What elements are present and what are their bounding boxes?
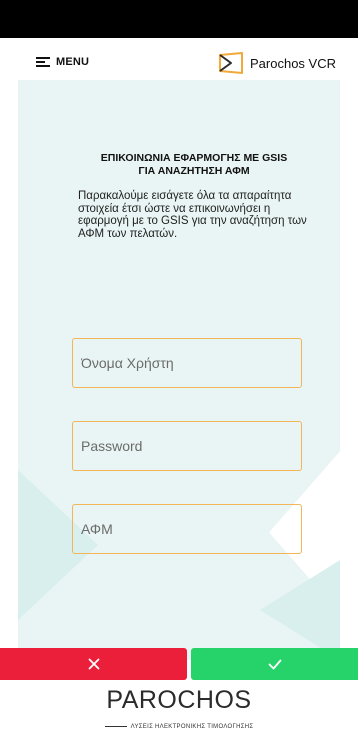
menu-label: MENU bbox=[56, 56, 90, 68]
password-input[interactable] bbox=[72, 421, 302, 471]
brand: Parochos VCR bbox=[218, 52, 336, 74]
check-icon bbox=[268, 659, 281, 669]
close-icon bbox=[88, 658, 99, 670]
afm-input[interactable] bbox=[72, 504, 302, 554]
footer-logo-word: PAROCHOS bbox=[106, 686, 252, 714]
footer-logo-tagline: ΛΥΣΕΙΣ ΗΛΕΚΤΡΟΝΙΚΗΣ ΤΙΜΟΛΟΓΗΣΗΣ bbox=[130, 723, 254, 730]
page-title: ΕΠΙΚΟΙΝΩΝΙΑ ΕΦΑΡΜΟΓΗΣ ΜΕ GSIS ΓΙΑ ΑΝΑΖΗΤ… bbox=[78, 152, 310, 178]
username-input[interactable] bbox=[72, 338, 302, 388]
page-description: Παρακαλούμε εισάγετε όλα τα απαραίτητα σ… bbox=[78, 190, 307, 240]
confirm-button[interactable] bbox=[191, 648, 358, 680]
footer-logo-bar bbox=[104, 726, 127, 727]
footer-logo-tagline-row: ΛΥΣΕΙΣ ΗΛΕΚΤΡΟΝΙΚΗΣ ΤΙΜΟΛΟΓΗΣΗΣ bbox=[104, 723, 254, 730]
status-bar bbox=[0, 0, 358, 38]
cancel-button[interactable] bbox=[0, 648, 187, 680]
brand-logo-icon bbox=[219, 52, 244, 74]
page-title-line-2: ΓΙΑ ΑΝΑΖΗΤΗΣΗ ΑΦΜ bbox=[138, 165, 250, 177]
menu-button[interactable]: MENU bbox=[36, 56, 89, 68]
app-header: MENU Parochos VCR bbox=[0, 50, 358, 84]
brand-label: Parochos VCR bbox=[250, 55, 336, 71]
footer-logo: PAROCHOS ΛΥΣΕΙΣ ΗΛΕΚΤΡΟΝΙΚΗΣ ΤΙΜΟΛΟΓΗΣΗΣ bbox=[0, 686, 358, 732]
page-title-line-1: ΕΠΙΚΟΙΝΩΝΙΑ ΕΦΑΡΜΟΓΗΣ ΜΕ GSIS bbox=[100, 152, 288, 164]
app-screen: MENU Parochos VCR ΕΠΙΚΟΙΝΩΝΙΑ ΕΦΑΡΜΟΓΗΣ … bbox=[0, 0, 358, 742]
main-content: ΕΠΙΚΟΙΝΩΝΙΑ ΕΦΑΡΜΟΓΗΣ ΜΕ GSIS ΓΙΑ ΑΝΑΖΗΤ… bbox=[78, 152, 310, 240]
menu-icon bbox=[36, 57, 50, 67]
